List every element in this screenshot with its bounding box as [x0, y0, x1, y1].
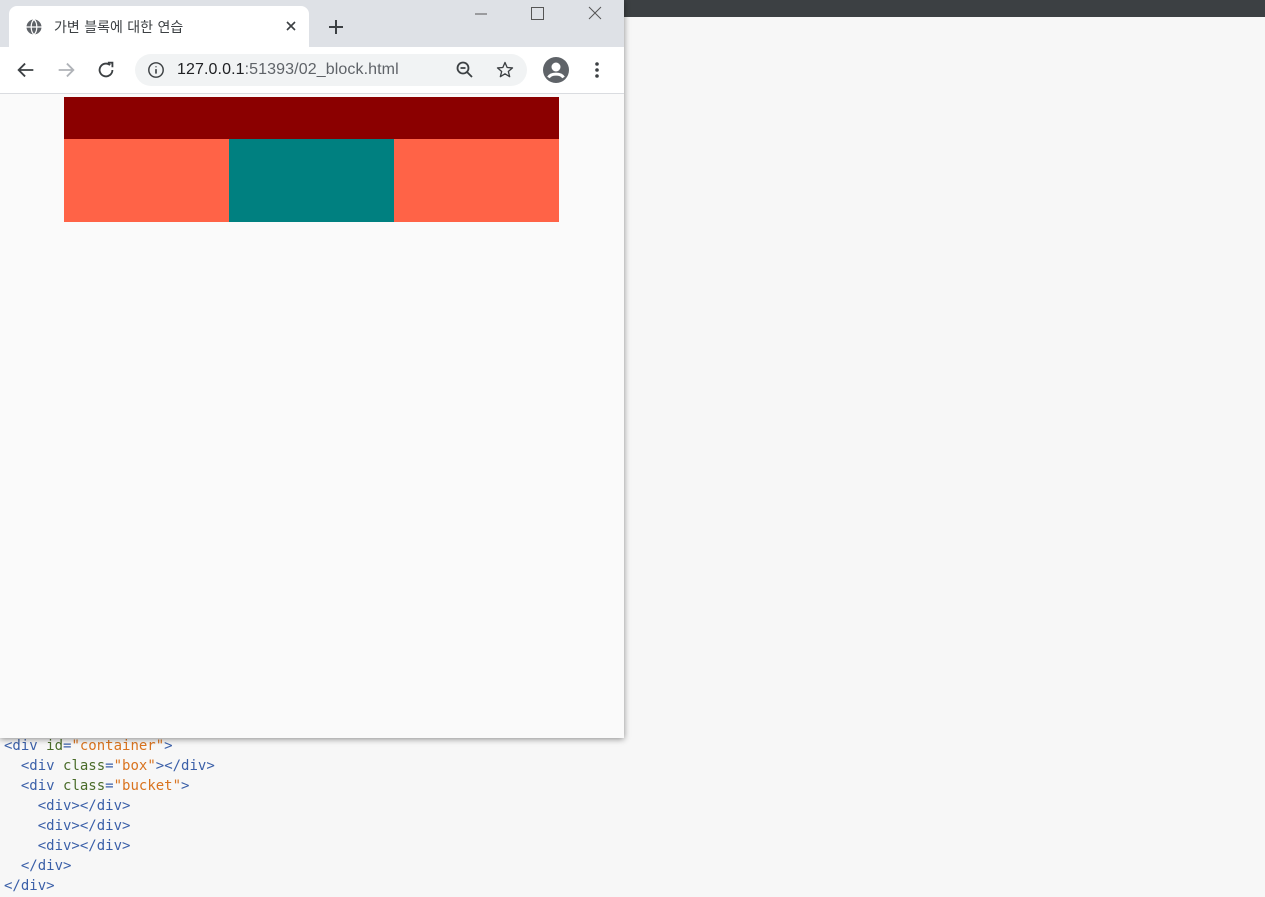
code-token: <div></div> [4, 838, 131, 854]
new-tab-icon[interactable] [325, 16, 347, 38]
code-line: <div class="bucket"> [4, 778, 190, 794]
close-tab-icon[interactable] [281, 16, 301, 36]
browser-window: 가변 블록에 대한 연습 127.0.0.1:51393/02_block.ht… [0, 0, 624, 738]
menu-kebab-icon[interactable] [586, 59, 608, 81]
bucket-cell-2 [229, 139, 394, 222]
forward-icon[interactable] [55, 59, 77, 81]
code-line: </div> [4, 878, 55, 894]
code-token: <div [4, 778, 64, 794]
maximize-icon[interactable] [522, 4, 552, 24]
globe-icon [26, 19, 42, 35]
code-token: > [181, 778, 190, 794]
url-host: 127.0.0.1 [177, 61, 245, 78]
code-token: class [63, 758, 106, 774]
back-icon[interactable] [15, 59, 37, 81]
code-line: <div></div> [4, 818, 131, 834]
code-snippet: <div id="container"> <div class="box"></… [4, 736, 215, 896]
code-line: <div class="box"></div> [4, 758, 215, 774]
code-token: ></div> [155, 758, 215, 774]
code-token: = [105, 758, 114, 774]
bucket-cell-3 [394, 139, 559, 222]
code-line: <div></div> [4, 838, 131, 854]
code-line: </div> [4, 858, 72, 874]
address-bar[interactable]: 127.0.0.1:51393/02_block.html [135, 54, 527, 86]
browser-tab[interactable]: 가변 블록에 대한 연습 [9, 6, 309, 47]
code-token: <div></div> [4, 818, 131, 834]
browser-toolbar: 127.0.0.1:51393/02_block.html [0, 47, 624, 94]
code-token: > [164, 738, 173, 754]
code-token: </div> [4, 878, 55, 894]
reload-icon[interactable] [95, 59, 117, 81]
code-token: class [63, 778, 106, 794]
code-token: <div [4, 758, 64, 774]
code-token: id [46, 738, 64, 754]
code-token: <div [4, 738, 47, 754]
bucket-cell-1 [64, 139, 229, 222]
code-token: "bucket" [113, 778, 182, 794]
tab-strip: 가변 블록에 대한 연습 [0, 0, 624, 47]
zoom-icon[interactable] [455, 60, 475, 80]
bookmark-star-icon[interactable] [495, 60, 515, 80]
box-block [64, 97, 559, 139]
url-text[interactable]: 127.0.0.1:51393/02_block.html [177, 61, 399, 79]
code-line: <div id="container"> [4, 738, 173, 754]
tab-title: 가변 블록에 대한 연습 [54, 20, 184, 36]
url-path: :51393/02_block.html [244, 61, 399, 78]
profile-avatar-icon[interactable] [542, 56, 570, 84]
code-token: "container" [71, 738, 165, 754]
info-icon[interactable] [147, 61, 165, 79]
minimize-icon[interactable] [466, 4, 496, 24]
bucket-row [64, 139, 559, 222]
code-token: "box" [113, 758, 156, 774]
code-token: </div> [4, 858, 72, 874]
page-viewport [0, 94, 624, 738]
container-block [64, 97, 559, 222]
desktop-top-bar [624, 0, 1265, 17]
code-line: <div></div> [4, 798, 131, 814]
code-token: = [105, 778, 114, 794]
close-window-icon[interactable] [580, 4, 610, 24]
code-token: <div></div> [4, 798, 131, 814]
